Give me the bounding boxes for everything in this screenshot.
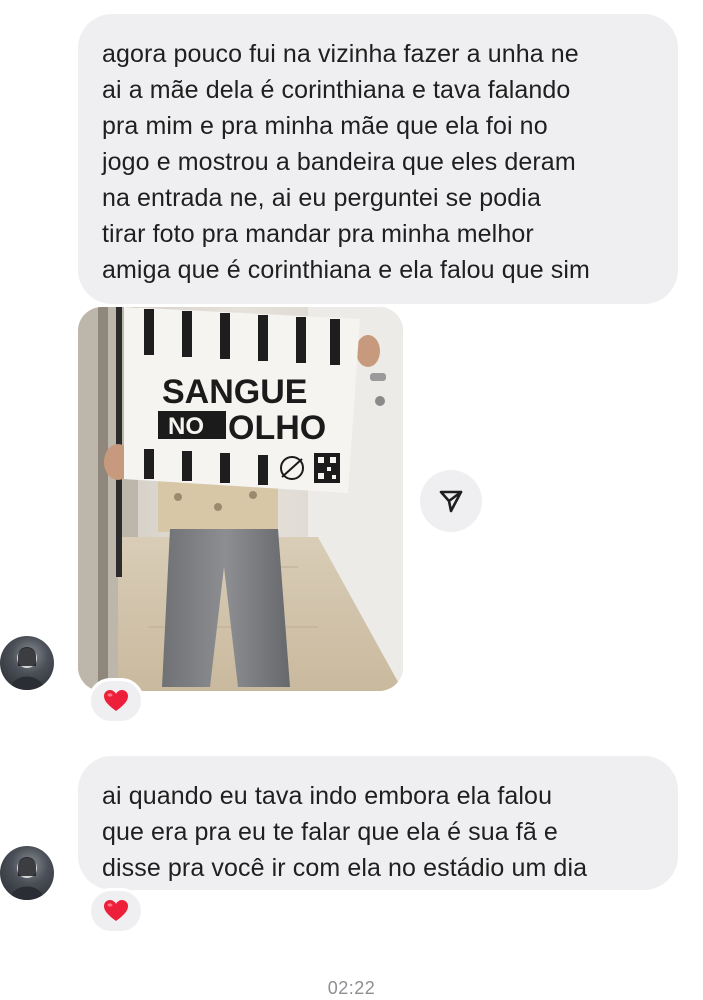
flag-text: SANGUE [162, 373, 307, 411]
message-text: ai a mãe dela é corinthiana e tava falan… [102, 76, 571, 104]
reaction-badge[interactable] [88, 678, 144, 724]
avatar-image [10, 857, 44, 900]
message-text: disse pra você ir com ela no estádio um … [102, 854, 588, 882]
message-text: que era pra eu te falar que ela é sua fã… [102, 818, 558, 846]
share-button[interactable] [420, 470, 482, 532]
avatar[interactable] [0, 846, 54, 900]
reaction-badge[interactable] [88, 888, 144, 934]
message-text: amiga que é corinthiana e ela falou que … [102, 256, 590, 284]
timestamp: 02:22 [327, 978, 376, 998]
flag-text: OLHO [228, 409, 326, 447]
message-bubble[interactable]: ai quando eu tava indo embora ela falou … [78, 756, 678, 890]
message-text: agora pouco fui na vizinha fazer a unha … [102, 40, 579, 68]
message-bubble[interactable]: agora pouco fui na vizinha fazer a unha … [78, 14, 678, 304]
message-text: tirar foto pra mandar pra minha melhor [102, 220, 534, 248]
message-text: na entrada ne, ai eu perguntei se podia [102, 184, 541, 212]
message-text: ai quando eu tava indo embora ela falou [102, 782, 553, 810]
message-text: jogo e mostrou a bandeira que eles deram [102, 148, 576, 176]
avatar-image [10, 647, 44, 690]
flag-text: NO [168, 413, 204, 440]
photo-message[interactable]: SANGUE NO OLHO [78, 307, 403, 691]
heart-icon [104, 690, 128, 711]
heart-icon [104, 900, 128, 921]
avatar[interactable] [0, 636, 54, 690]
send-icon [439, 490, 463, 513]
message-text: pra mim e pra minha mãe que ela foi no [102, 112, 548, 140]
flag-photo: SANGUE NO OLHO [78, 307, 403, 691]
